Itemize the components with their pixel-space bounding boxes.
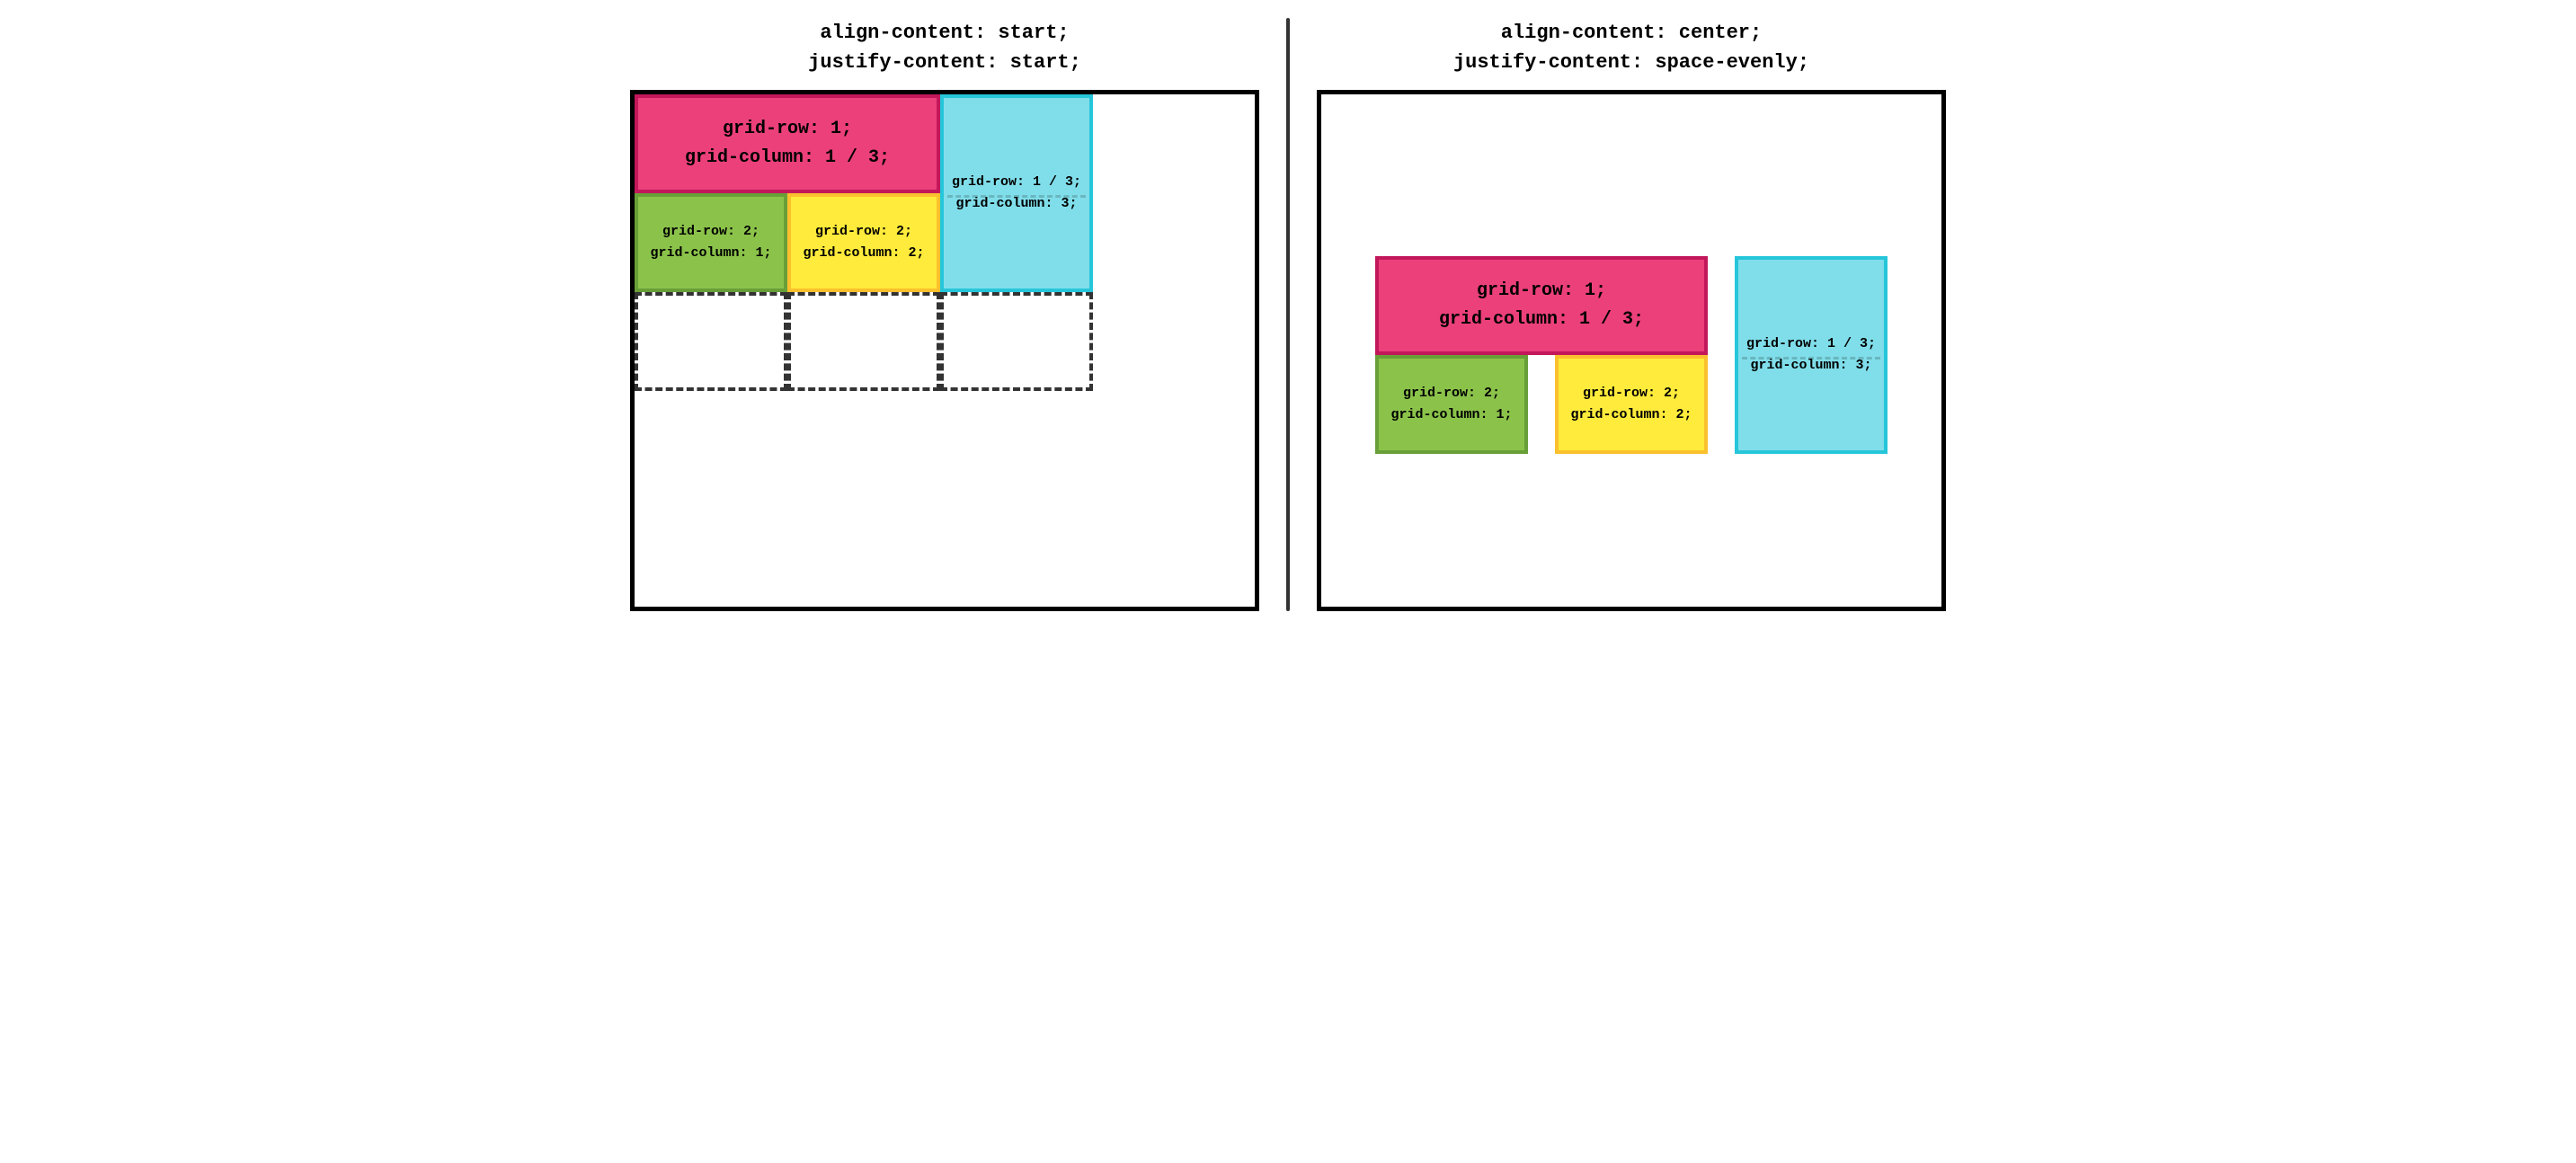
vertical-divider xyxy=(1286,18,1290,611)
item-code-line: grid-row: 2; xyxy=(815,221,912,243)
item-code-line: grid-row: 1 / 3; xyxy=(1746,333,1876,355)
item-code-line: grid-row: 1; xyxy=(723,115,852,144)
grid-cell xyxy=(940,292,1093,391)
item-code-line: grid-column: 1 / 3; xyxy=(1439,306,1644,334)
grid-item-cyan: grid-row: 1 / 3; grid-column: 3; xyxy=(1735,256,1888,454)
title-left-line2: justify-content: start; xyxy=(630,48,1259,77)
item-code-line: grid-column: 1; xyxy=(1390,404,1512,426)
panel-left: align-content: start; justify-content: s… xyxy=(630,18,1259,611)
item-code-line: grid-column: 1; xyxy=(650,243,771,264)
grid-item-yellow: grid-row: 2; grid-column: 2; xyxy=(787,193,940,292)
panel-right-title: align-content: center; justify-content: … xyxy=(1317,18,1946,77)
title-right-line2: justify-content: space-evenly; xyxy=(1317,48,1946,77)
grid-item-green: grid-row: 2; grid-column: 1; xyxy=(1375,355,1528,454)
title-right-line1: align-content: center; xyxy=(1317,18,1946,48)
item-code-line: grid-row: 1 / 3; xyxy=(952,172,1081,193)
item-code-line: grid-column: 2; xyxy=(803,243,924,264)
grid-item-pink: grid-row: 1; grid-column: 1 / 3; xyxy=(635,94,940,193)
panel-left-title: align-content: start; justify-content: s… xyxy=(630,18,1259,77)
panel-right: align-content: center; justify-content: … xyxy=(1317,18,1946,611)
grid-item-cyan: grid-row: 1 / 3; grid-column: 3; xyxy=(940,94,1093,292)
track-divider-line xyxy=(947,195,1086,198)
grid-item-pink: grid-row: 1; grid-column: 1 / 3; xyxy=(1375,256,1708,355)
track-divider-line xyxy=(1742,357,1880,360)
item-code-line: grid-row: 2; xyxy=(1583,383,1680,404)
item-code-line: grid-row: 2; xyxy=(1403,383,1500,404)
grid-cell xyxy=(787,292,940,391)
grid-item-yellow: grid-row: 2; grid-column: 2; xyxy=(1555,355,1708,454)
item-code-line: grid-column: 2; xyxy=(1570,404,1692,426)
grid-container-right: grid-row: 1 / 3; grid-column: 3; grid-ro… xyxy=(1317,90,1946,611)
item-code-line: grid-row: 2; xyxy=(662,221,759,243)
grid-container-left: grid-row: 1 / 3; grid-column: 3; grid-ro… xyxy=(630,90,1259,611)
grid-cell xyxy=(635,292,787,391)
grid-item-green: grid-row: 2; grid-column: 1; xyxy=(635,193,787,292)
title-left-line1: align-content: start; xyxy=(630,18,1259,48)
diagram-root: align-content: start; justify-content: s… xyxy=(9,18,2567,611)
item-code-line: grid-column: 1 / 3; xyxy=(685,144,890,173)
item-code-line: grid-row: 1; xyxy=(1477,277,1606,306)
